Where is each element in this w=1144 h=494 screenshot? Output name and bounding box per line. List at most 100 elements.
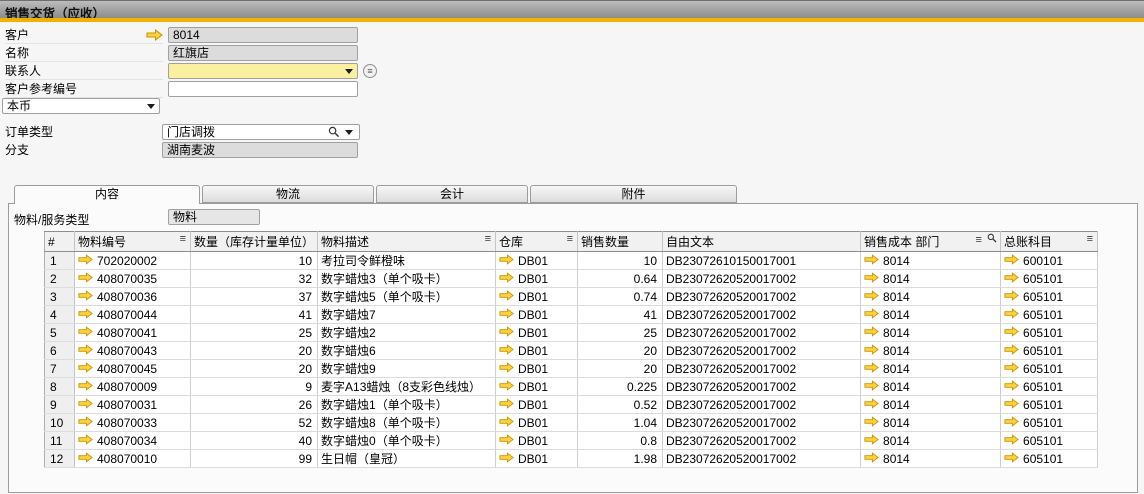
cell-cost-dept[interactable]: 8014 (861, 378, 1001, 396)
column-header-warehouse[interactable]: ≡仓库 (496, 232, 578, 252)
cell-free-text[interactable]: DB23072620520017002 (663, 432, 861, 450)
cell-sales-qty[interactable]: 1.98 (578, 450, 663, 468)
cell-free-text[interactable]: DB23072610150017001 (663, 252, 861, 270)
chevron-down-icon[interactable] (345, 69, 353, 74)
customer-ref-field[interactable] (168, 81, 358, 97)
filter-icon[interactable]: ≡ (485, 233, 492, 245)
cell-gl-account[interactable]: 605101 (1001, 360, 1098, 378)
link-arrow-icon[interactable] (864, 398, 879, 412)
cell-qty[interactable]: 9 (191, 378, 318, 396)
cell-warehouse[interactable]: DB01 (496, 306, 578, 324)
cell-cost-dept[interactable]: 8014 (861, 306, 1001, 324)
cell-sales-qty[interactable]: 25 (578, 324, 663, 342)
link-arrow-icon[interactable] (78, 326, 93, 340)
link-arrow-icon[interactable] (1004, 452, 1019, 466)
cell-qty[interactable]: 20 (191, 342, 318, 360)
link-arrow-icon[interactable] (499, 380, 514, 394)
cell-qty[interactable]: 37 (191, 288, 318, 306)
cell-gl-account[interactable]: 605101 (1001, 396, 1098, 414)
filter-icon[interactable]: ≡ (180, 233, 187, 245)
cell-sales-qty[interactable]: 0.8 (578, 432, 663, 450)
link-arrow-icon[interactable] (499, 308, 514, 322)
link-arrow-icon[interactable] (1004, 434, 1019, 448)
filter-icon[interactable]: ≡ (976, 234, 983, 246)
cell-free-text[interactable]: DB23072620520017002 (663, 378, 861, 396)
link-arrow-icon[interactable] (78, 272, 93, 286)
cell-sales-qty[interactable]: 0.74 (578, 288, 663, 306)
cell-num[interactable]: 1 (45, 252, 75, 270)
link-arrow-icon[interactable] (864, 326, 879, 340)
cell-num[interactable]: 6 (45, 342, 75, 360)
link-arrow-icon[interactable] (499, 326, 514, 340)
link-arrow-icon[interactable] (78, 254, 93, 268)
search-icon[interactable] (987, 234, 997, 246)
cell-desc[interactable]: 考拉司令鲜橙味 (318, 252, 496, 270)
link-arrow-icon[interactable] (499, 272, 514, 286)
link-arrow-icon[interactable] (78, 416, 93, 430)
link-arrow-icon[interactable] (864, 290, 879, 304)
cell-num[interactable]: 5 (45, 324, 75, 342)
cell-num[interactable]: 2 (45, 270, 75, 288)
link-arrow-icon[interactable] (864, 254, 879, 268)
cell-warehouse[interactable]: DB01 (496, 414, 578, 432)
link-arrow-icon[interactable] (78, 452, 93, 466)
cell-desc[interactable]: 数字蜡烛9 (318, 360, 496, 378)
search-icon[interactable] (328, 126, 340, 141)
cell-warehouse[interactable]: DB01 (496, 396, 578, 414)
link-arrow-icon[interactable] (864, 452, 879, 466)
cell-qty[interactable]: 25 (191, 324, 318, 342)
link-arrow-icon[interactable] (1004, 416, 1019, 430)
cell-num[interactable]: 12 (45, 450, 75, 468)
cell-sales-qty[interactable]: 1.04 (578, 414, 663, 432)
cell-cost-dept[interactable]: 8014 (861, 414, 1001, 432)
column-header-desc[interactable]: ≡物料描述 (318, 232, 496, 252)
link-arrow-icon[interactable] (864, 434, 879, 448)
branch-field[interactable]: 湖南麦波 (162, 142, 358, 158)
cell-qty[interactable]: 32 (191, 270, 318, 288)
link-arrow-icon[interactable] (78, 380, 93, 394)
cell-qty[interactable]: 26 (191, 396, 318, 414)
cell-gl-account[interactable]: 605101 (1001, 324, 1098, 342)
link-arrow-icon[interactable] (499, 254, 514, 268)
cell-warehouse[interactable]: DB01 (496, 360, 578, 378)
cell-num[interactable]: 10 (45, 414, 75, 432)
cell-num[interactable]: 11 (45, 432, 75, 450)
link-arrow-icon[interactable] (864, 308, 879, 322)
cell-cost-dept[interactable]: 8014 (861, 324, 1001, 342)
cell-item-no[interactable]: 408070031 (75, 396, 191, 414)
link-arrow-icon[interactable] (864, 380, 879, 394)
cell-item-no[interactable]: 408070009 (75, 378, 191, 396)
cell-num[interactable]: 8 (45, 378, 75, 396)
link-arrow-icon[interactable] (864, 416, 879, 430)
cell-qty[interactable]: 99 (191, 450, 318, 468)
cell-sales-qty[interactable]: 20 (578, 360, 663, 378)
cell-item-no[interactable]: 408070036 (75, 288, 191, 306)
tab-content[interactable]: 内容 (14, 185, 200, 204)
chevron-down-icon[interactable] (147, 104, 155, 109)
tab-logistics[interactable]: 物流 (202, 185, 374, 203)
chevron-down-icon[interactable] (345, 130, 353, 135)
filter-icon[interactable]: ≡ (567, 233, 574, 245)
cell-qty[interactable]: 20 (191, 360, 318, 378)
cell-item-no[interactable]: 408070034 (75, 432, 191, 450)
cell-cost-dept[interactable]: 8014 (861, 360, 1001, 378)
cell-desc[interactable]: 麦字A13蜡烛（8支彩色线烛） (318, 378, 496, 396)
link-arrow-icon[interactable] (499, 362, 514, 376)
tab-attachments[interactable]: 附件 (530, 185, 737, 203)
cell-gl-account[interactable]: 605101 (1001, 432, 1098, 450)
column-header-gl-account[interactable]: ≡总账科目 (1001, 232, 1098, 252)
cell-item-no[interactable]: 702020002 (75, 252, 191, 270)
link-arrow-icon[interactable] (1004, 254, 1019, 268)
cell-free-text[interactable]: DB23072620520017002 (663, 360, 861, 378)
cell-gl-account[interactable]: 600101 (1001, 252, 1098, 270)
cell-desc[interactable]: 数字蜡烛0（单个吸卡） (318, 432, 496, 450)
cell-num[interactable]: 9 (45, 396, 75, 414)
link-arrow-icon[interactable] (1004, 308, 1019, 322)
filter-icon[interactable]: ≡ (1087, 233, 1094, 245)
cell-gl-account[interactable]: 605101 (1001, 306, 1098, 324)
cell-item-no[interactable]: 408070045 (75, 360, 191, 378)
cell-gl-account[interactable]: 605101 (1001, 414, 1098, 432)
currency-combobox[interactable]: 本币 (2, 98, 160, 114)
cell-cost-dept[interactable]: 8014 (861, 270, 1001, 288)
link-arrow-icon[interactable] (146, 29, 163, 41)
